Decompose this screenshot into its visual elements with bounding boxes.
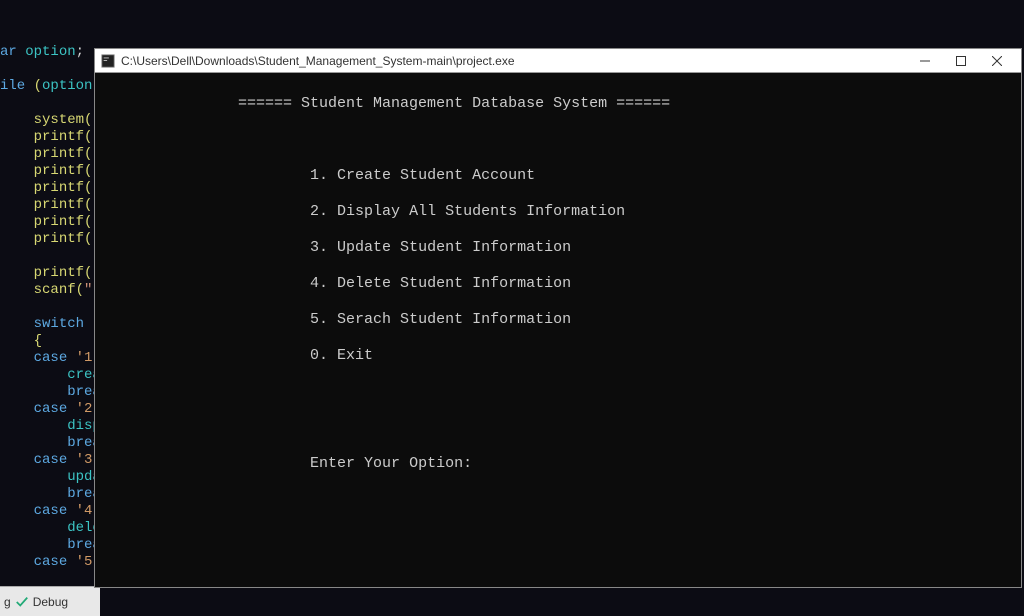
- console-prompt: Enter Your Option:: [103, 455, 1013, 473]
- menu-item-0: 0. Exit: [103, 347, 1013, 365]
- minimize-icon: [920, 56, 930, 66]
- console-output[interactable]: ====== Student Management Database Syste…: [95, 73, 1021, 587]
- menu-item-2: 2. Display All Students Information: [103, 203, 1013, 221]
- app-icon: [101, 54, 115, 68]
- tab-fragment[interactable]: g: [4, 595, 11, 609]
- close-icon: [992, 56, 1002, 66]
- close-button[interactable]: [979, 50, 1015, 72]
- console-header-line: ====== Student Management Database Syste…: [103, 95, 1013, 113]
- check-icon: [15, 595, 29, 609]
- debug-tab[interactable]: Debug: [33, 595, 68, 609]
- console-blank-line: [103, 419, 1013, 437]
- window-controls: [907, 50, 1015, 72]
- menu-item-5: 5. Serach Student Information: [103, 311, 1013, 329]
- menu-item-4: 4. Delete Student Information: [103, 275, 1013, 293]
- window-title: C:\Users\Dell\Downloads\Student_Manageme…: [121, 54, 907, 68]
- maximize-icon: [956, 56, 966, 66]
- window-titlebar[interactable]: C:\Users\Dell\Downloads\Student_Manageme…: [95, 49, 1021, 73]
- console-blank-line: [103, 383, 1013, 401]
- menu-item-1: 1. Create Student Account: [103, 167, 1013, 185]
- maximize-button[interactable]: [943, 50, 979, 72]
- menu-item-3: 3. Update Student Information: [103, 239, 1013, 257]
- console-blank-line: [103, 131, 1013, 149]
- minimize-button[interactable]: [907, 50, 943, 72]
- console-window: C:\Users\Dell\Downloads\Student_Manageme…: [94, 48, 1022, 588]
- bottom-tab-bar: g Debug: [0, 586, 100, 616]
